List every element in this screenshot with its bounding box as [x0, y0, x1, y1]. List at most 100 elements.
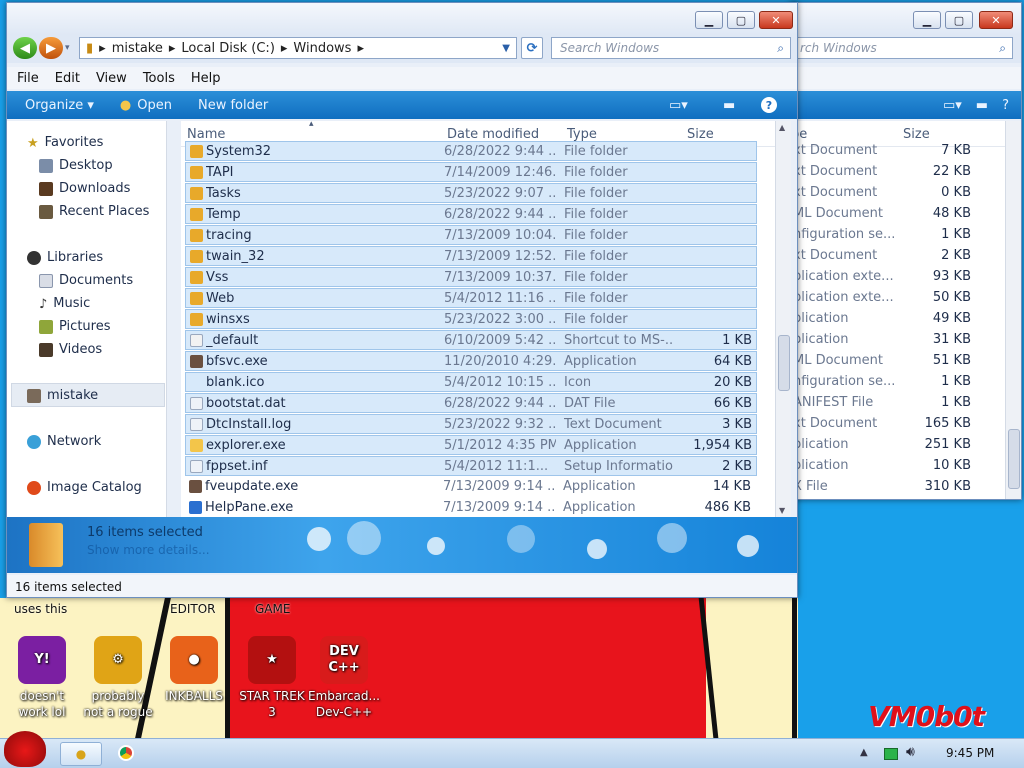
forward-button[interactable]: ▶ — [39, 37, 63, 59]
search-icon[interactable]: ⌕ — [999, 41, 1006, 56]
help-icon[interactable]: ? — [761, 97, 777, 113]
scrollbar-thumb[interactable] — [1008, 429, 1020, 489]
menu-item-tools[interactable]: Tools — [143, 71, 175, 86]
nav-desktop[interactable]: Desktop — [39, 158, 113, 173]
nav-network[interactable]: Network — [27, 434, 101, 449]
file-row[interactable]: Vss 7/13/2009 10:37... File folder — [185, 267, 757, 287]
tray-expand-icon[interactable]: ▲ — [860, 747, 868, 758]
chevron-right-icon[interactable]: ▸ — [169, 41, 176, 56]
desktop-shortcut[interactable]: DEV C++ Embarcad... Dev-C++ — [302, 636, 386, 720]
file-row[interactable]: fveupdate.exe 7/13/2009 9:14 ... Applica… — [185, 477, 757, 497]
file-row[interactable]: explorer.exe 5/1/2012 4:35 PM Applicatio… — [185, 435, 757, 455]
organize-button[interactable]: Organize ▾ — [25, 98, 94, 113]
nav-homegroup-mistake[interactable]: mistake — [27, 388, 98, 403]
file-row[interactable]: TAPI 7/14/2009 12:46... File folder — [185, 162, 757, 182]
menu-item-edit[interactable]: Edit — [55, 71, 80, 86]
scrollbar-thumb[interactable] — [778, 335, 790, 391]
nav-music[interactable]: ♪ Music — [39, 296, 90, 312]
back-button[interactable]: ◀ — [13, 37, 37, 59]
start-button[interactable] — [4, 731, 46, 767]
menu-item-help[interactable]: Help — [191, 71, 221, 86]
file-row[interactable]: blank.ico 5/4/2012 10:15 ... Icon 20 KB — [185, 372, 757, 392]
background-explorer-window[interactable]: ▁ ▢ ✕ rch Windows ⌕ ▭▾ ▬ ? pe Size xt Do… — [790, 2, 1022, 500]
taskbar-explorer-button[interactable]: ● — [60, 742, 102, 766]
file-row[interactable]: _default 6/10/2009 5:42 ... Shortcut to … — [185, 330, 757, 350]
column-type[interactable]: Type — [567, 127, 597, 142]
file-row[interactable]: xt Document 22 KB — [791, 162, 1005, 182]
help-icon[interactable]: ? — [1002, 98, 1009, 113]
column-date-modified[interactable]: Date modified — [447, 127, 539, 142]
address-input[interactable]: ▮ ▸ mistake ▸ Local Disk (C:) ▸ Windows … — [79, 37, 517, 59]
file-row[interactable]: DtcInstall.log 5/23/2022 9:32 ... Text D… — [185, 414, 757, 434]
file-row[interactable]: ANIFEST File 1 KB — [791, 393, 1005, 413]
file-row[interactable]: nfiguration se... 1 KB — [791, 372, 1005, 392]
volume-icon[interactable]: 🔊︎ — [906, 744, 915, 760]
search-icon[interactable]: ⌕ — [777, 41, 784, 56]
file-row[interactable]: fppset.inf 5/4/2012 11:1... Setup Inform… — [185, 456, 757, 476]
file-row[interactable]: plication 49 KB — [791, 309, 1005, 329]
breadcrumb-item[interactable]: mistake — [112, 41, 163, 56]
nav-recent-places[interactable]: Recent Places — [39, 204, 149, 219]
file-row[interactable]: Tasks 5/23/2022 9:07 ... File folder — [185, 183, 757, 203]
close-button[interactable]: ✕ — [979, 11, 1013, 29]
file-row[interactable]: nfiguration se... 1 KB — [791, 225, 1005, 245]
file-row[interactable]: plication 9 KB — [791, 498, 1005, 499]
column-size[interactable]: Size — [903, 127, 930, 142]
desktop-shortcut[interactable]: ⚙ probably not a rogue — [76, 636, 160, 720]
menu-item-view[interactable]: View — [96, 71, 127, 86]
close-button[interactable]: ✕ — [759, 11, 793, 29]
search-input[interactable]: Search Windows ⌕ — [551, 37, 791, 59]
nav-image-catalog[interactable]: Image Catalog — [27, 480, 142, 495]
refresh-button[interactable]: ⟳ — [521, 37, 543, 59]
file-row[interactable]: tracing 7/13/2009 10:04... File folder — [185, 225, 757, 245]
scroll-down-icon[interactable]: ▼ — [779, 506, 785, 515]
chrome-icon[interactable] — [118, 745, 134, 761]
chevron-right-icon[interactable]: ▸ — [281, 41, 288, 56]
chevron-right-icon[interactable]: ▸ — [99, 41, 106, 56]
file-row[interactable]: HelpPane.exe 7/13/2009 9:14 ... Applicat… — [185, 498, 757, 517]
chevron-right-icon[interactable]: ▸ — [357, 41, 364, 56]
file-row[interactable]: plication 10 KB — [791, 456, 1005, 476]
file-row[interactable]: X File 310 KB — [791, 477, 1005, 497]
file-row[interactable]: winsxs 5/23/2022 3:00 ... File folder — [185, 309, 757, 329]
nav-libraries[interactable]: Libraries — [27, 250, 103, 265]
file-row[interactable]: bootstat.dat 6/28/2022 9:44 ... DAT File… — [185, 393, 757, 413]
nav-documents[interactable]: Documents — [39, 273, 133, 288]
chevron-down-icon[interactable]: ▼ — [502, 43, 510, 54]
explorer-window[interactable]: ▁ ▢ ✕ ◀ ▶ ▾ ▮ ▸ mistake ▸ Local Disk (C:… — [6, 2, 798, 598]
column-name[interactable]: Name — [187, 127, 225, 142]
file-row[interactable]: twain_32 7/13/2009 12:52... File folder — [185, 246, 757, 266]
file-row[interactable]: Web 5/4/2012 11:16 ... File folder — [185, 288, 757, 308]
breadcrumb-item[interactable]: Windows — [293, 41, 351, 56]
open-button[interactable]: ● Open — [120, 98, 172, 113]
network-status-icon[interactable] — [884, 748, 898, 760]
recent-pages-icon[interactable]: ▾ — [65, 43, 70, 53]
file-row[interactable]: ML Document 48 KB — [791, 204, 1005, 224]
scroll-up-icon[interactable]: ▲ — [779, 123, 785, 132]
nav-pictures[interactable]: Pictures — [39, 319, 110, 334]
desktop-shortcut[interactable]: Y! doesn't work lol — [0, 636, 84, 720]
preview-pane-icon[interactable]: ▬ — [976, 98, 988, 113]
file-row[interactable]: xt Document 165 KB — [791, 414, 1005, 434]
column-size[interactable]: Size — [687, 127, 714, 142]
breadcrumb-item[interactable]: Local Disk (C:) — [181, 41, 274, 56]
file-row[interactable]: plication exte... 93 KB — [791, 267, 1005, 287]
view-options-icon[interactable]: ▭▾ — [943, 98, 962, 113]
file-row[interactable]: plication 251 KB — [791, 435, 1005, 455]
file-row[interactable]: plication exte... 50 KB — [791, 288, 1005, 308]
file-row[interactable]: System32 6/28/2022 9:44 ... File folder — [185, 141, 757, 161]
desktop-shortcut[interactable]: ● INKBALLS — [152, 636, 236, 704]
minimize-button[interactable]: ▁ — [695, 11, 723, 29]
new-folder-button[interactable]: New folder — [198, 98, 268, 113]
file-row[interactable]: xt Document 7 KB — [791, 141, 1005, 161]
clock[interactable]: 9:45 PM — [946, 746, 994, 760]
window-caption[interactable]: ▁ ▢ ✕ — [791, 3, 1021, 35]
vertical-scrollbar[interactable] — [1005, 121, 1021, 499]
maximize-button[interactable]: ▢ — [945, 11, 973, 29]
nav-favorites[interactable]: ★ Favorites — [27, 135, 103, 151]
maximize-button[interactable]: ▢ — [727, 11, 755, 29]
file-row[interactable]: plication 31 KB — [791, 330, 1005, 350]
file-row[interactable]: xt Document 2 KB — [791, 246, 1005, 266]
show-more-details-link[interactable]: Show more details... — [87, 543, 210, 557]
vertical-scrollbar[interactable]: ▲ ▼ — [775, 121, 791, 517]
